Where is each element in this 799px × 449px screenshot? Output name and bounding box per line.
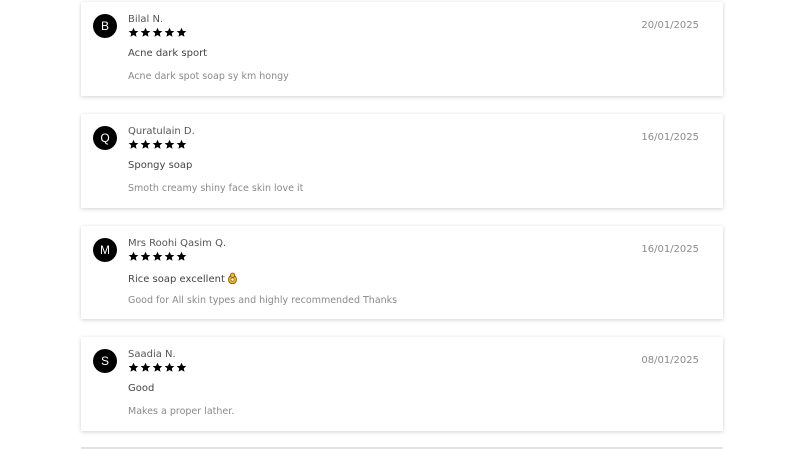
review-date: 08/01/2025	[641, 355, 699, 366]
star-icon	[128, 251, 139, 261]
review-card: Q Quratulain D. 16/01/2025 Spongy soap S…	[81, 114, 723, 208]
star-icon	[164, 251, 175, 261]
review-title: Rice soap excellent	[128, 274, 225, 285]
star-rating	[128, 139, 187, 150]
star-icon	[152, 362, 163, 372]
review-body: Smoth creamy shiny face skin love it	[128, 183, 304, 194]
star-rating	[128, 362, 187, 373]
avatar: S	[93, 349, 117, 373]
star-icon	[152, 251, 163, 261]
review-card: S Saadia N. 08/01/2025 Good Makes a prop…	[81, 337, 723, 431]
review-title: Spongy soap	[128, 160, 193, 171]
reviewer-name: Saadia N.	[128, 349, 176, 360]
review-body: Acne dark spot soap sy km hongy	[128, 71, 289, 82]
star-icon	[164, 362, 175, 372]
avatar: B	[93, 14, 117, 38]
star-rating	[128, 27, 187, 38]
star-icon	[176, 139, 187, 149]
reviewer-name: Mrs Roohi Qasim Q.	[128, 238, 227, 249]
review-date: 20/01/2025	[641, 20, 699, 31]
star-icon	[164, 27, 175, 37]
review-card: B Bilal N. 20/01/2025 Acne dark sport Ac…	[81, 2, 723, 96]
review-title: Acne dark sport	[128, 48, 208, 59]
star-icon	[152, 27, 163, 37]
star-icon	[176, 27, 187, 37]
star-icon	[140, 251, 151, 261]
star-icon	[164, 139, 175, 149]
review-body: Makes a proper lather.	[128, 406, 235, 417]
ok-hand-icon	[227, 272, 237, 284]
star-icon	[140, 362, 151, 372]
star-icon	[140, 27, 151, 37]
review-body: Good for All skin types and highly recom…	[128, 295, 398, 306]
review-card: M Mrs Roohi Qasim Q. 16/01/2025 Rice soa…	[81, 226, 723, 319]
review-date: 16/01/2025	[641, 244, 699, 255]
star-icon	[176, 251, 187, 261]
review-title: Good	[128, 383, 155, 394]
star-icon	[152, 139, 163, 149]
reviews-list: B Bilal N. 20/01/2025 Acne dark sport Ac…	[0, 0, 799, 449]
reviewer-name: Quratulain D.	[128, 126, 195, 137]
star-icon	[128, 139, 139, 149]
star-rating	[128, 251, 187, 262]
avatar: Q	[93, 126, 117, 150]
review-title-row: Rice soap excellent	[128, 272, 237, 285]
avatar: M	[93, 238, 117, 262]
star-icon	[128, 27, 139, 37]
reviewer-name: Bilal N.	[128, 14, 164, 25]
star-icon	[128, 362, 139, 372]
review-date: 16/01/2025	[641, 132, 699, 143]
star-icon	[140, 139, 151, 149]
star-icon	[176, 362, 187, 372]
